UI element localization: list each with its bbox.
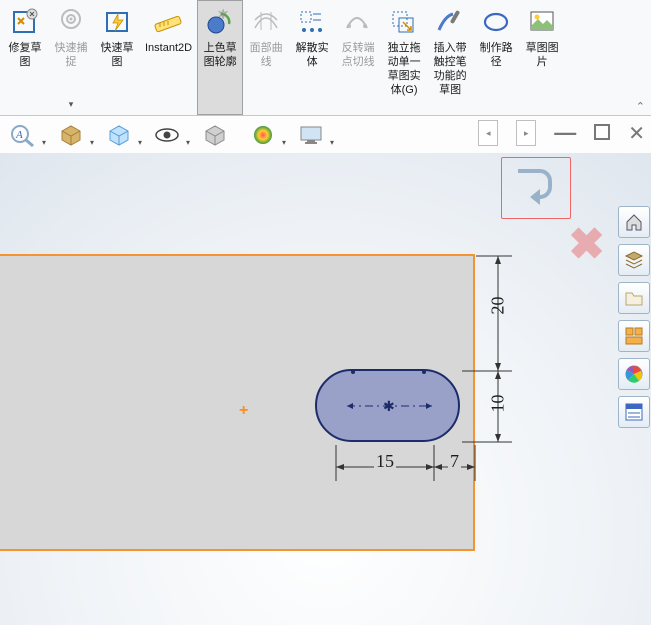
appearance-icon[interactable]: ▾ (246, 121, 280, 149)
box-icon[interactable]: ▾ (54, 121, 88, 149)
repair-sketch-button[interactable]: 修复草 图 (2, 0, 48, 115)
bolt-icon (99, 5, 135, 39)
instant2d-label: Instant2D (145, 41, 192, 55)
tangent-icon (340, 5, 376, 39)
sketch-picture-label: 草图图 片 (526, 41, 559, 69)
graphics-canvas[interactable]: ✖ + ✱ (0, 153, 651, 625)
instant2d-button[interactable]: Instant2D (140, 0, 197, 115)
dimension-value-20[interactable]: 20 (488, 295, 509, 317)
path-icon (478, 5, 514, 39)
shaded-sketch-contour-button[interactable]: 上色草 图轮廓 (197, 0, 243, 115)
right-sidebar (616, 206, 651, 428)
mesh-icon (248, 5, 284, 39)
page-next-icon[interactable]: ▸ (516, 120, 536, 146)
close-icon[interactable]: ✕ (628, 121, 645, 146)
insert-stylus-sketch-button[interactable]: 插入带 触控笔 功能的 草图 (427, 0, 473, 115)
shaded-contour-label: 上色草 图轮廓 (204, 41, 237, 69)
folder-icon[interactable] (618, 282, 650, 314)
list-detail-icon[interactable] (618, 396, 650, 428)
shaded-contour-icon (202, 5, 238, 39)
ribbon-toolbar: 修复草 图 快速捕 捉 ▾ 快速草 图 (0, 0, 651, 116)
eye-icon[interactable]: ▾ (150, 121, 184, 149)
svg-text:A: A (15, 129, 23, 141)
insert-stylus-label: 插入带 触控笔 功能的 草图 (434, 41, 467, 97)
stack-icon[interactable] (618, 244, 650, 276)
magnify-a-icon[interactable]: A ▾ (6, 121, 40, 149)
make-path-label: 制作路 径 (480, 41, 513, 69)
repair-icon (7, 5, 43, 39)
target-icon (53, 5, 89, 39)
independent-drag-label: 独立拖 动单一 草图实 体(G) (388, 41, 421, 97)
reverse-tangent-button: 反转端 点切线 (335, 0, 381, 115)
chevron-down-icon: ▾ (186, 138, 190, 147)
ruler-icon (151, 5, 187, 39)
reverse-tangent-label: 反转端 点切线 (342, 41, 375, 69)
independent-drag-button[interactable]: 独立拖 动单一 草图实 体(G) (381, 0, 427, 115)
make-path-button[interactable]: 制作路 径 (473, 0, 519, 115)
face-curve-button: 面部曲 线 (243, 0, 289, 115)
dimension-value-15[interactable]: 15 (374, 451, 396, 472)
drag-one-icon (386, 5, 422, 39)
home-icon[interactable] (618, 206, 650, 238)
chevron-down-icon: ▾ (138, 138, 142, 147)
dimension-value-10[interactable]: 10 (488, 393, 509, 415)
page-prev-icon[interactable]: ◂ (478, 120, 498, 146)
dissolve-label: 解散实 体 (296, 41, 329, 69)
grey-box-icon[interactable] (198, 121, 232, 149)
dissolve-icon (294, 5, 330, 39)
picture-icon (524, 5, 560, 39)
quick-snap-label: 快速捕 捉 (55, 41, 88, 69)
sketch-picture-button[interactable]: 草图图 片 (519, 0, 565, 115)
panels-icon[interactable] (618, 320, 650, 352)
sketch-overlay: ✱ (0, 153, 610, 625)
view-toolbar: A ▾ ▾ ▾ ▾ (0, 116, 651, 155)
face-curve-label: 面部曲 线 (250, 41, 283, 69)
transparent-box-icon[interactable]: ▾ (102, 121, 136, 149)
chevron-down-icon: ▾ (282, 138, 286, 147)
dimension-value-7[interactable]: 7 (448, 451, 461, 472)
display-icon[interactable]: ▾ (294, 121, 328, 149)
stylus-icon (432, 5, 468, 39)
color-wheel-icon[interactable] (618, 358, 650, 390)
chevron-down-icon: ▾ (90, 138, 94, 147)
quick-sketch-button[interactable]: 快速草 图 (94, 0, 140, 115)
repair-sketch-label: 修复草 图 (9, 41, 42, 69)
quick-snap-button[interactable]: 快速捕 捉 ▾ (48, 0, 94, 115)
dissolve-entity-button[interactable]: 解散实 体 (289, 0, 335, 115)
ribbon-collapse-icon[interactable]: ⌃ (636, 100, 645, 113)
minimize-icon[interactable]: — (554, 120, 576, 146)
svg-text:✱: ✱ (383, 398, 395, 414)
quick-sketch-label: 快速草 图 (101, 41, 134, 69)
chevron-down-icon: ▾ (42, 138, 46, 147)
maximize-icon[interactable] (594, 124, 610, 143)
chevron-down-icon: ▾ (49, 99, 93, 110)
chevron-down-icon: ▾ (330, 138, 334, 147)
